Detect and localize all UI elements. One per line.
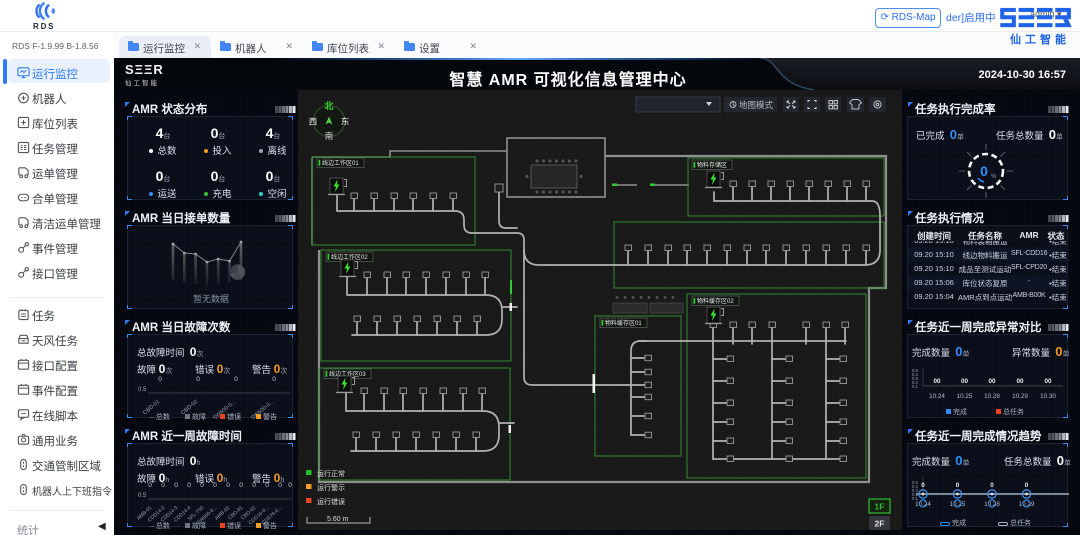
svg-text:0: 0 [174,482,178,489]
svg-text:0: 0 [980,163,988,179]
svg-text:0: 0 [187,482,191,489]
svg-text:0: 0 [265,482,269,489]
svg-text:10.25: 10.25 [957,393,973,400]
svg-text:0.1: 0.1 [912,384,918,389]
svg-text:10.29: 10.29 [1012,393,1028,400]
svg-text:0: 0 [921,482,925,489]
svg-text:西: 西 [309,117,318,127]
svg-text:2F: 2F [875,519,885,529]
svg-text:1F: 1F [875,502,885,512]
svg-text:物料缓存区01: 物料缓存区01 [605,319,642,327]
svg-text:运行错误: 运行错误 [317,497,345,506]
svg-text:物料缓存区02: 物料缓存区02 [697,297,734,305]
svg-text:5.60 m: 5.60 m [327,516,349,523]
svg-text:0: 0 [158,376,162,383]
svg-text:东: 东 [341,117,350,127]
svg-text:线边工作区01: 线边工作区01 [322,159,359,167]
svg-text:0: 0 [288,482,292,489]
svg-text:0: 0 [252,482,256,489]
svg-text:运行正常: 运行正常 [317,469,345,478]
svg-text:00: 00 [933,378,941,385]
svg-text:0: 0 [196,376,200,383]
svg-text:00: 00 [1044,378,1052,385]
svg-text:0: 0 [148,482,152,489]
svg-text:10.28: 10.28 [984,393,1000,400]
svg-text:0: 0 [272,376,276,383]
svg-text:0: 0 [956,482,960,489]
svg-text:0.5: 0.5 [138,493,147,499]
svg-text:10.24: 10.24 [929,393,945,400]
svg-text:0: 0 [226,482,230,489]
svg-text:北: 北 [324,100,333,111]
svg-text:0: 0 [990,482,994,489]
svg-text:运行警示: 运行警示 [317,483,345,492]
svg-text:00: 00 [988,378,996,385]
svg-text:00: 00 [961,378,969,385]
svg-text:10.30: 10.30 [1040,393,1056,400]
svg-text:0: 0 [200,482,204,489]
svg-text:0.5: 0.5 [138,387,147,393]
svg-text:地图模式: 地图模式 [739,100,774,110]
svg-text:0: 0 [278,482,282,489]
svg-text:南: 南 [325,131,334,141]
svg-text:0: 0 [234,376,238,383]
svg-text:0: 0 [239,482,243,489]
svg-text:物料存储区: 物料存储区 [697,161,727,169]
svg-text:0: 0 [1025,482,1029,489]
svg-text:0: 0 [213,482,217,489]
svg-text:0: 0 [161,482,165,489]
svg-text:00: 00 [1016,378,1024,385]
svg-text:%: % [991,174,997,180]
